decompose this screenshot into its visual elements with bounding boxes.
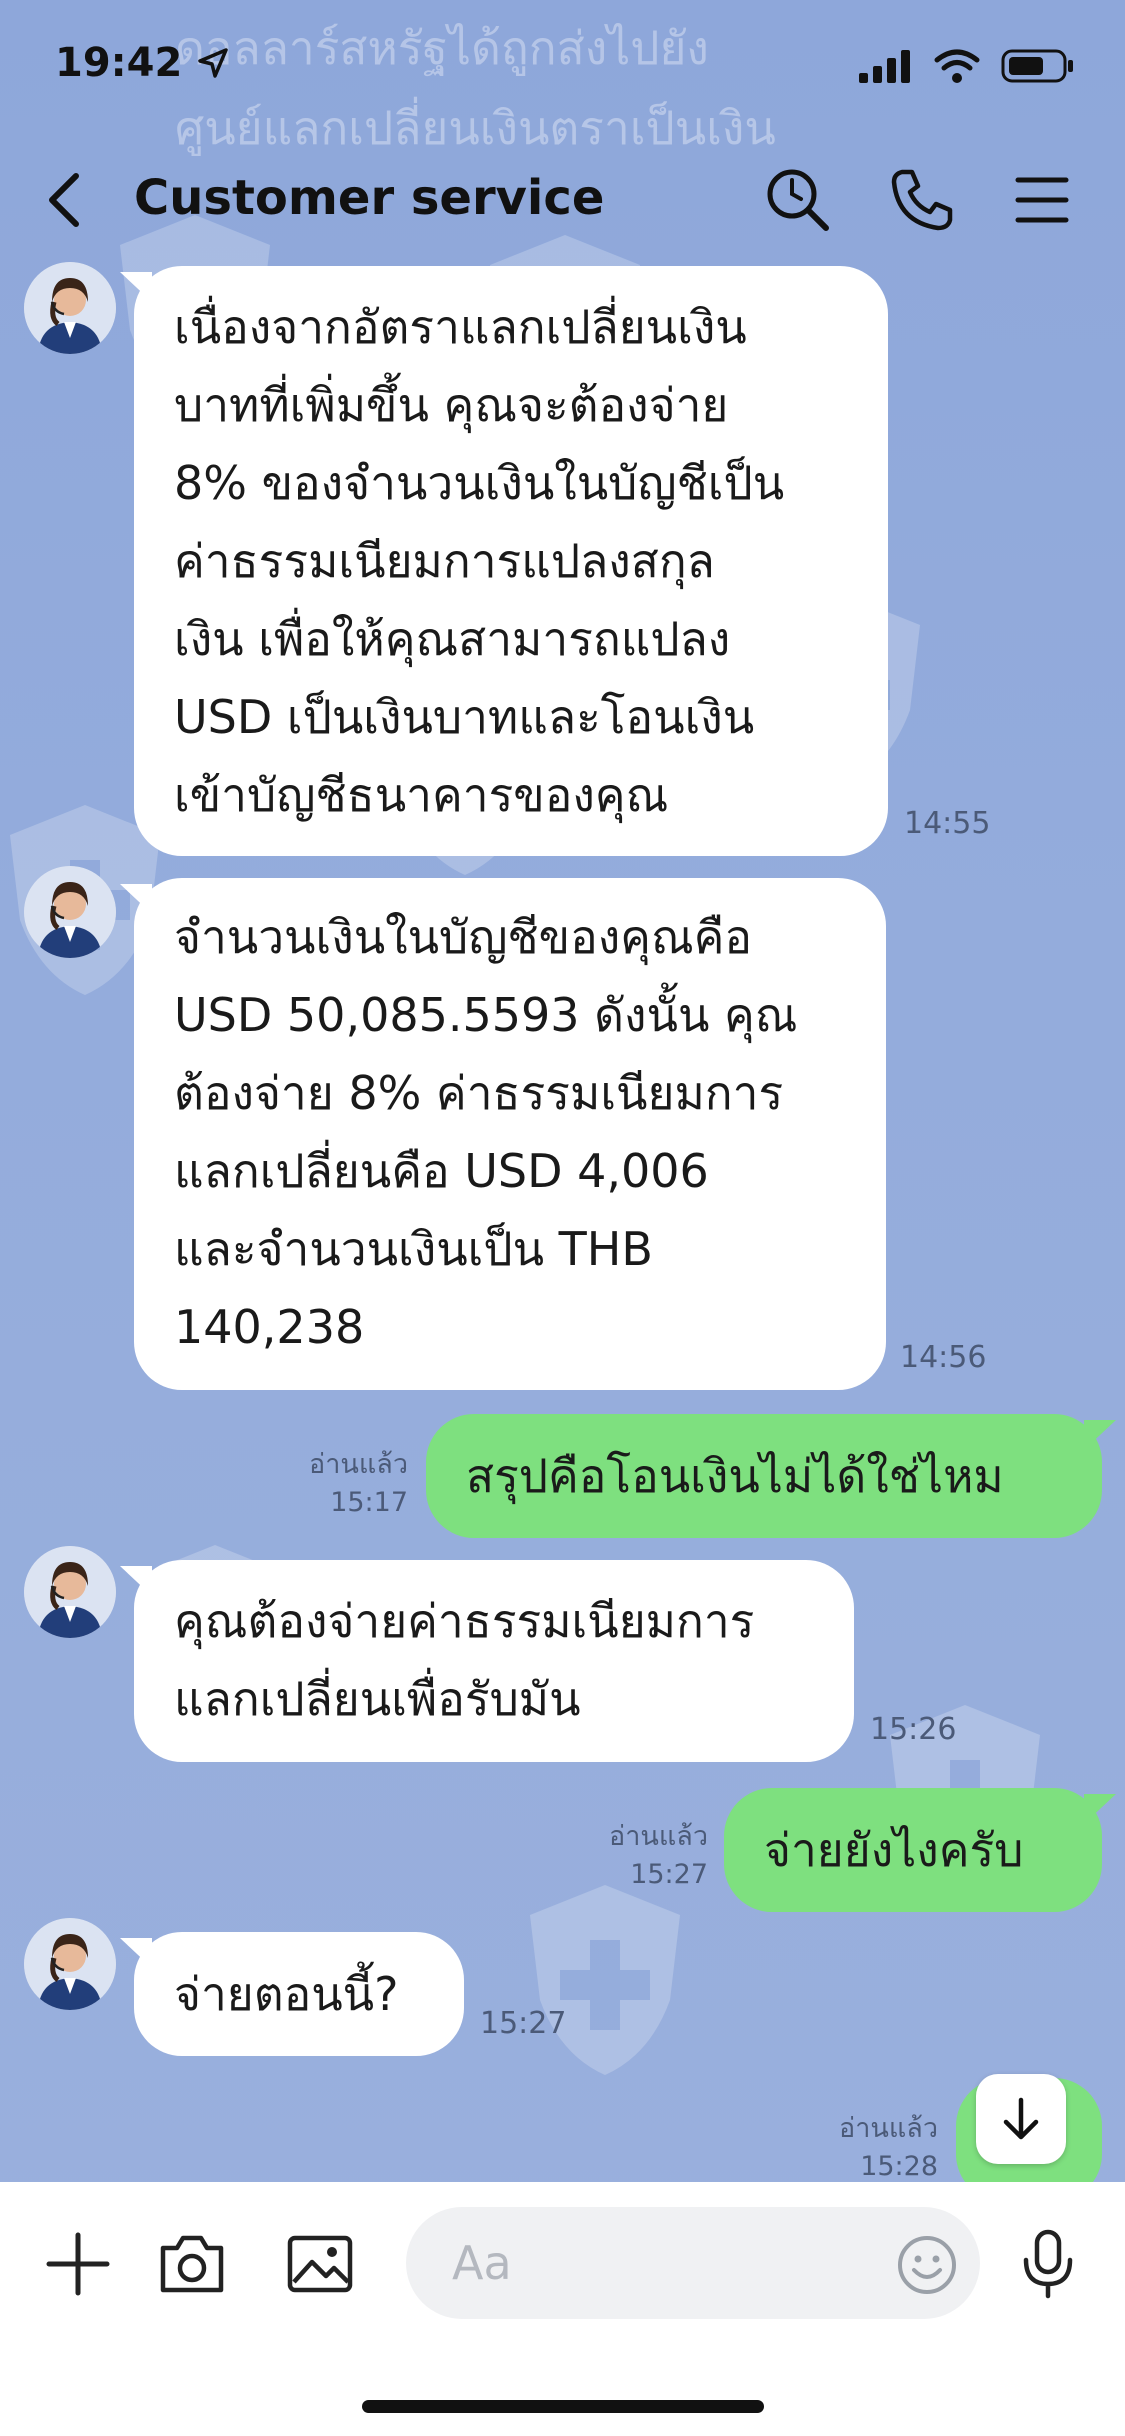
read-status: อ่านแล้ว [839,2113,938,2144]
plus-icon [46,2232,110,2296]
message-line: เข้าบัญชีธนาคารของคุณ [174,768,669,822]
cellular-signal-icon [859,50,910,83]
message-line: แลกเปลี่ยนเพื่อรับมัน [174,1672,581,1726]
message-line: เงิน เพื่อให้คุณสามารถแปลง [174,612,731,666]
message-bubble-outgoing[interactable]: จ่ายยังไงครับ [724,1788,1116,1912]
battery-icon [1001,49,1073,83]
message-line: คุณต้องจ่ายค่าธรรมเนียมการ [174,1594,755,1648]
agent-avatar[interactable] [24,262,116,354]
message-bubble-incoming[interactable]: เนื่องจากอัตราแลกเปลี่ยนเงิน บาทที่เพิ่ม… [120,266,888,856]
message-timestamp: 15:26 [870,1712,957,1747]
message-timestamp: 15:27 [630,1859,708,1890]
camera-icon [160,2235,224,2293]
read-receipt: อ่านแล้ว 15:17 [280,1446,408,1522]
message-line: จำนวนเงินในบัญชีของคุณคือ [174,910,753,964]
message-line: จ่ายตอนนี้? [174,1967,399,2021]
back-chevron-icon[interactable] [40,170,90,230]
menu-icon[interactable] [1008,166,1076,234]
message-input[interactable]: Aa [406,2207,980,2319]
agent-avatar[interactable] [24,1918,116,2010]
message-line: บาทที่เพิ่มขึ้น คุณจะต้องจ่าย [174,378,729,432]
message-bubble-incoming[interactable]: คุณต้องจ่ายค่าธรรมเนียมการ แลกเปลี่ยนเพื… [120,1560,854,1762]
chat-header: Customer service [0,140,1125,260]
image-icon [287,2235,353,2293]
arrow-down-icon [1003,2097,1039,2140]
status-time-text: 19:42 [55,40,183,86]
phone-call-icon[interactable] [888,166,956,234]
message-input-bar: Aa [0,2182,1125,2436]
agent-avatar-icon [24,1546,116,1638]
voice-button[interactable] [1008,2224,1088,2304]
home-indicator [362,2400,764,2413]
agent-avatar-icon [24,1918,116,2010]
message-bubble-incoming[interactable]: จ่ายตอนนี้? [120,1932,464,2056]
emoji-icon[interactable] [896,2234,958,2296]
camera-button[interactable] [152,2224,232,2304]
agent-avatar-icon [24,262,116,354]
read-receipt: อ่านแล้ว 15:27 [580,1818,708,1894]
message-line: ต้องจ่าย 8% ค่าธรรมเนียมการ [174,1066,784,1120]
message-input-placeholder: Aa [452,2236,512,2290]
microphone-icon [1023,2229,1073,2299]
message-timestamp: 14:56 [900,1340,987,1375]
agent-avatar-icon [24,866,116,958]
status-bar: 19:42 [0,0,1125,140]
agent-avatar[interactable] [24,1546,116,1638]
message-line: ค่าธรรมเนียมการแปลงสกุล [174,534,715,588]
message-bubble-incoming[interactable]: จำนวนเงินในบัญชีของคุณคือ USD 50,085.559… [120,878,886,1390]
scroll-to-bottom-button[interactable] [976,2074,1066,2164]
message-line: USD เป็นเงินบาทและโอนเงิน [174,690,755,744]
message-line: 140,238 [174,1300,365,1354]
chat-title: Customer service [134,170,605,226]
message-line: แลกเปลี่ยนคือ USD 4,006 [174,1144,709,1198]
message-line: USD 50,085.5593 ดังนั้น คุณ [174,988,798,1042]
read-status: อ่านแล้ว [309,1449,408,1480]
location-arrow-icon [198,48,229,78]
read-status: อ่านแล้ว [609,1821,708,1852]
status-time: 19:42 [55,40,230,86]
add-button[interactable] [38,2224,118,2304]
message-timestamp: 15:27 [480,2006,567,2041]
message-line: และจำนวนเงินเป็น THB [174,1222,653,1276]
message-bubble-outgoing[interactable]: สรุปคือโอนเงินไม่ได้ใช่ไหม [426,1414,1116,1538]
message-line: 8% ของจำนวนเงินในบัญชีเป็น [174,456,785,510]
wifi-icon [934,49,980,83]
read-receipt: อ่านแล้ว 15:28 [810,2110,938,2186]
status-icons [857,48,1075,84]
message-timestamp: 15:28 [860,2151,938,2182]
message-timestamp: 14:55 [904,806,991,841]
message-line: เนื่องจากอัตราแลกเปลี่ยนเงิน [174,300,747,354]
search-icon[interactable] [764,166,832,234]
agent-avatar[interactable] [24,866,116,958]
message-timestamp: 15:17 [330,1487,408,1518]
gallery-button[interactable] [280,2224,360,2304]
